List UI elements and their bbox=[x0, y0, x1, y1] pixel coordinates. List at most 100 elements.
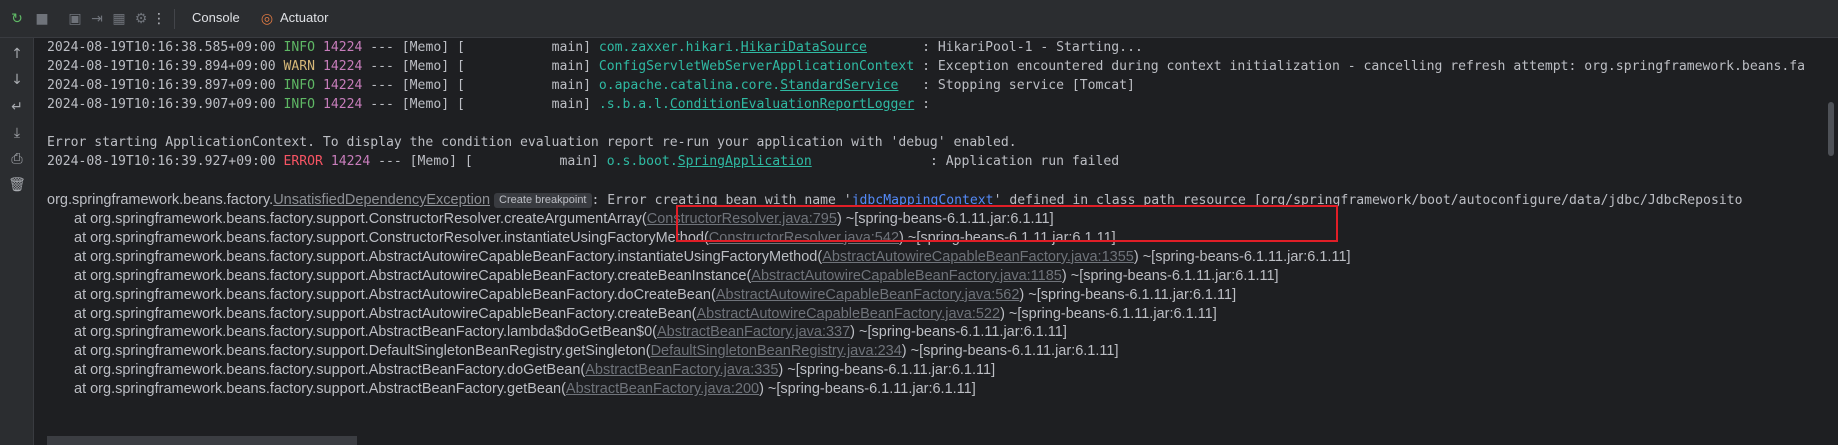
log-thread: --- [Memo] [ main] bbox=[362, 40, 599, 55]
log-line-error: 2024-08-19T10:16:39.927+09:00 ERROR 1422… bbox=[47, 152, 1119, 172]
log-pid: 14224 bbox=[322, 97, 363, 112]
stack-frame: at org.springframework.beans.factory.sup… bbox=[74, 285, 1236, 305]
print-icon[interactable]: ⎙ bbox=[8, 150, 26, 168]
rerun-icon[interactable]: ↻ bbox=[8, 10, 26, 28]
selection-highlight bbox=[47, 436, 357, 445]
log-pid: 14224 bbox=[322, 59, 363, 74]
exception-line: org.springframework.beans.factory.Unsati… bbox=[47, 192, 1743, 208]
scrollbar-thumb[interactable] bbox=[1828, 102, 1834, 156]
stack-frame-jar: ) ~[spring-beans-6.1.11.jar:6.1.11] bbox=[759, 381, 976, 398]
stack-frame-method: at org.springframework.beans.factory.sup… bbox=[74, 248, 823, 265]
log-thread: --- [Memo] [ main] bbox=[362, 97, 599, 112]
stack-frame-source-link[interactable]: AbstractAutowireCapableBeanFactory.java:… bbox=[696, 306, 1000, 322]
actuator-icon[interactable]: ◎ bbox=[258, 10, 276, 28]
stack-frame: at org.springframework.beans.factory.sup… bbox=[74, 341, 1118, 361]
log-logger-class-link[interactable]: HikariDataSource bbox=[741, 40, 867, 55]
log-timestamp: 2024-08-19T10:16:38.585+09:00 bbox=[47, 40, 276, 55]
stack-frame-source-link[interactable]: AbstractAutowireCapableBeanFactory.java:… bbox=[822, 249, 1134, 265]
log-timestamp: 2024-08-19T10:16:39.897+09:00 bbox=[47, 78, 276, 93]
log-logger-class-link[interactable]: StandardService bbox=[780, 78, 898, 93]
exit-icon[interactable]: ⇥ bbox=[88, 10, 106, 28]
stack-frame: at org.springframework.beans.factory.sup… bbox=[74, 228, 1116, 248]
stack-frame: at org.springframework.beans.factory.sup… bbox=[74, 209, 1054, 229]
stack-frame: at org.springframework.beans.factory.sup… bbox=[74, 304, 1217, 324]
error-context-line: Error starting ApplicationContext. To di… bbox=[47, 135, 1017, 150]
layout-icon[interactable]: ▦ bbox=[110, 10, 128, 28]
log-logger-package: o.s.boot. bbox=[606, 154, 678, 169]
log-pid: 14224 bbox=[322, 40, 363, 55]
exception-class-link[interactable]: UnsatisfiedDependencyException bbox=[273, 192, 490, 208]
log-message: : Stopping service [Tomcat] bbox=[922, 78, 1135, 93]
log-level: INFO bbox=[283, 40, 316, 55]
stack-frame-jar: ) ~[spring-beans-6.1.11.jar:6.1.11] bbox=[836, 211, 1054, 227]
log-thread: --- [Memo] [ main] bbox=[370, 154, 607, 169]
stack-frame-method: at org.springframework.beans.factory.sup… bbox=[74, 211, 647, 227]
log-line: 2024-08-19T10:16:39.894+09:00 WARN 14224… bbox=[47, 57, 1805, 77]
stack-frame-jar: ) ~[spring-beans-6.1.11.jar:6.1.11] bbox=[850, 324, 1067, 341]
stack-frame: at org.springframework.beans.factory.sup… bbox=[74, 360, 995, 380]
log-message: : HikariPool-1 - Starting... bbox=[922, 40, 1143, 55]
soft-wrap-icon[interactable]: ↵ bbox=[8, 98, 26, 116]
log-timestamp: 2024-08-19T10:16:39.894+09:00 bbox=[47, 59, 276, 74]
settings-icon[interactable]: ⚙ bbox=[132, 10, 150, 28]
stack-frame-source-link[interactable]: AbstractBeanFactory.java:335 bbox=[585, 362, 778, 378]
stack-frame-source-link[interactable]: AbstractAutowireCapableBeanFactory.java:… bbox=[716, 287, 1020, 303]
bean-name-link[interactable]: jdbcMappingContext bbox=[852, 193, 994, 208]
arrow-up-icon[interactable]: ↑ bbox=[8, 45, 26, 63]
stack-frame-method: at org.springframework.beans.factory.sup… bbox=[74, 343, 651, 360]
log-pid: 14224 bbox=[330, 154, 371, 169]
console-gutter: ↑ ↓ ↵ ⤓ ⎙ 🗑 bbox=[0, 38, 34, 445]
log-logger-package: com.zaxxer.hikari. bbox=[598, 40, 741, 55]
stack-frame-source-link[interactable]: AbstractBeanFactory.java:200 bbox=[566, 381, 759, 397]
log-timestamp: 2024-08-19T10:16:39.907+09:00 bbox=[47, 97, 276, 112]
log-timestamp: 2024-08-19T10:16:39.927+09:00 bbox=[47, 154, 276, 169]
console-output[interactable]: 2024-08-19T10:16:38.585+09:00 INFO 14224… bbox=[34, 38, 1824, 445]
log-line: 2024-08-19T10:16:38.585+09:00 INFO 14224… bbox=[47, 38, 1143, 58]
exception-package: org.springframework.beans.factory. bbox=[47, 192, 274, 208]
class-path-resource: [org/springframework/boot/autoconfigure/… bbox=[1253, 193, 1743, 208]
stack-frame-jar: ) ~[spring-beans-6.1.11.jar:6.1.11] bbox=[1061, 267, 1279, 284]
stack-frame-jar: ) ~[spring-beans-6.1.11.jar:6.1.11] bbox=[1000, 305, 1217, 322]
log-logger-package: .s.b.a.l. bbox=[598, 97, 670, 112]
camera-icon[interactable]: ▣ bbox=[66, 10, 84, 28]
stack-frame-method: at org.springframework.beans.factory.sup… bbox=[74, 229, 709, 246]
log-thread: --- [Memo] [ main] bbox=[362, 78, 599, 93]
log-level: INFO bbox=[283, 97, 316, 112]
vertical-scrollbar[interactable] bbox=[1824, 38, 1838, 445]
log-level: ERROR bbox=[283, 154, 323, 169]
log-logger-class-link[interactable]: SpringApplication bbox=[678, 154, 812, 169]
log-line: 2024-08-19T10:16:39.897+09:00 INFO 14224… bbox=[47, 76, 1135, 96]
tab-actuator[interactable]: Actuator bbox=[280, 10, 328, 25]
stack-frame-method: at org.springframework.beans.factory.sup… bbox=[74, 324, 657, 341]
stack-frame-method: at org.springframework.beans.factory.sup… bbox=[74, 286, 716, 303]
stack-frame-source-link[interactable]: AbstractAutowireCapableBeanFactory.java:… bbox=[751, 268, 1062, 284]
more-icon[interactable]: ⋮ bbox=[150, 10, 168, 28]
stack-frame-source-link[interactable]: ConstructorResolver.java:542 bbox=[709, 230, 899, 246]
stack-frame-method: at org.springframework.beans.factory.sup… bbox=[74, 362, 586, 379]
stop-icon[interactable]: ■ bbox=[33, 10, 51, 28]
stack-frame-method: at org.springframework.beans.factory.sup… bbox=[74, 305, 697, 322]
stack-frame-jar: ) ~[spring-beans-6.1.11.jar:6.1.11] bbox=[778, 362, 996, 379]
arrow-down-icon[interactable]: ↓ bbox=[8, 71, 26, 89]
stack-frame-jar: ) ~[spring-beans-6.1.11.jar:6.1.11] bbox=[901, 343, 1119, 360]
log-line: 2024-08-19T10:16:39.907+09:00 INFO 14224… bbox=[47, 95, 930, 115]
stack-frame-jar: ) ~[spring-beans-6.1.11.jar:6.1.11] bbox=[899, 229, 1116, 246]
log-message: : bbox=[922, 97, 930, 112]
log-logger-class: ConfigServletWebServerApplicationContext bbox=[598, 59, 915, 74]
stack-frame-source-link[interactable]: AbstractBeanFactory.java:337 bbox=[657, 324, 850, 340]
create-breakpoint-button[interactable]: Create breakpoint bbox=[494, 193, 592, 208]
stack-frame: at org.springframework.beans.factory.sup… bbox=[74, 266, 1279, 286]
stack-frame: at org.springframework.beans.factory.sup… bbox=[74, 247, 1351, 267]
log-level: WARN bbox=[283, 59, 316, 74]
stack-frame: at org.springframework.beans.factory.sup… bbox=[74, 379, 976, 399]
log-thread: --- [Memo] [ main] bbox=[362, 59, 599, 74]
stack-frame-source-link[interactable]: DefaultSingletonBeanRegistry.java:234 bbox=[651, 343, 902, 359]
trash-icon[interactable]: 🗑 bbox=[8, 176, 26, 194]
exception-message: : Error creating bean with name ' bbox=[591, 193, 852, 208]
tab-console[interactable]: Console bbox=[192, 10, 240, 25]
scroll-to-end-icon[interactable]: ⤓ bbox=[8, 124, 26, 142]
log-message: : Application run failed bbox=[929, 154, 1120, 169]
stack-frame-jar: ) ~[spring-beans-6.1.11.jar:6.1.11] bbox=[1019, 286, 1237, 303]
log-logger-class-link[interactable]: ConditionEvaluationReportLogger bbox=[670, 97, 914, 112]
stack-frame-source-link[interactable]: ConstructorResolver.java:795 bbox=[647, 211, 837, 227]
